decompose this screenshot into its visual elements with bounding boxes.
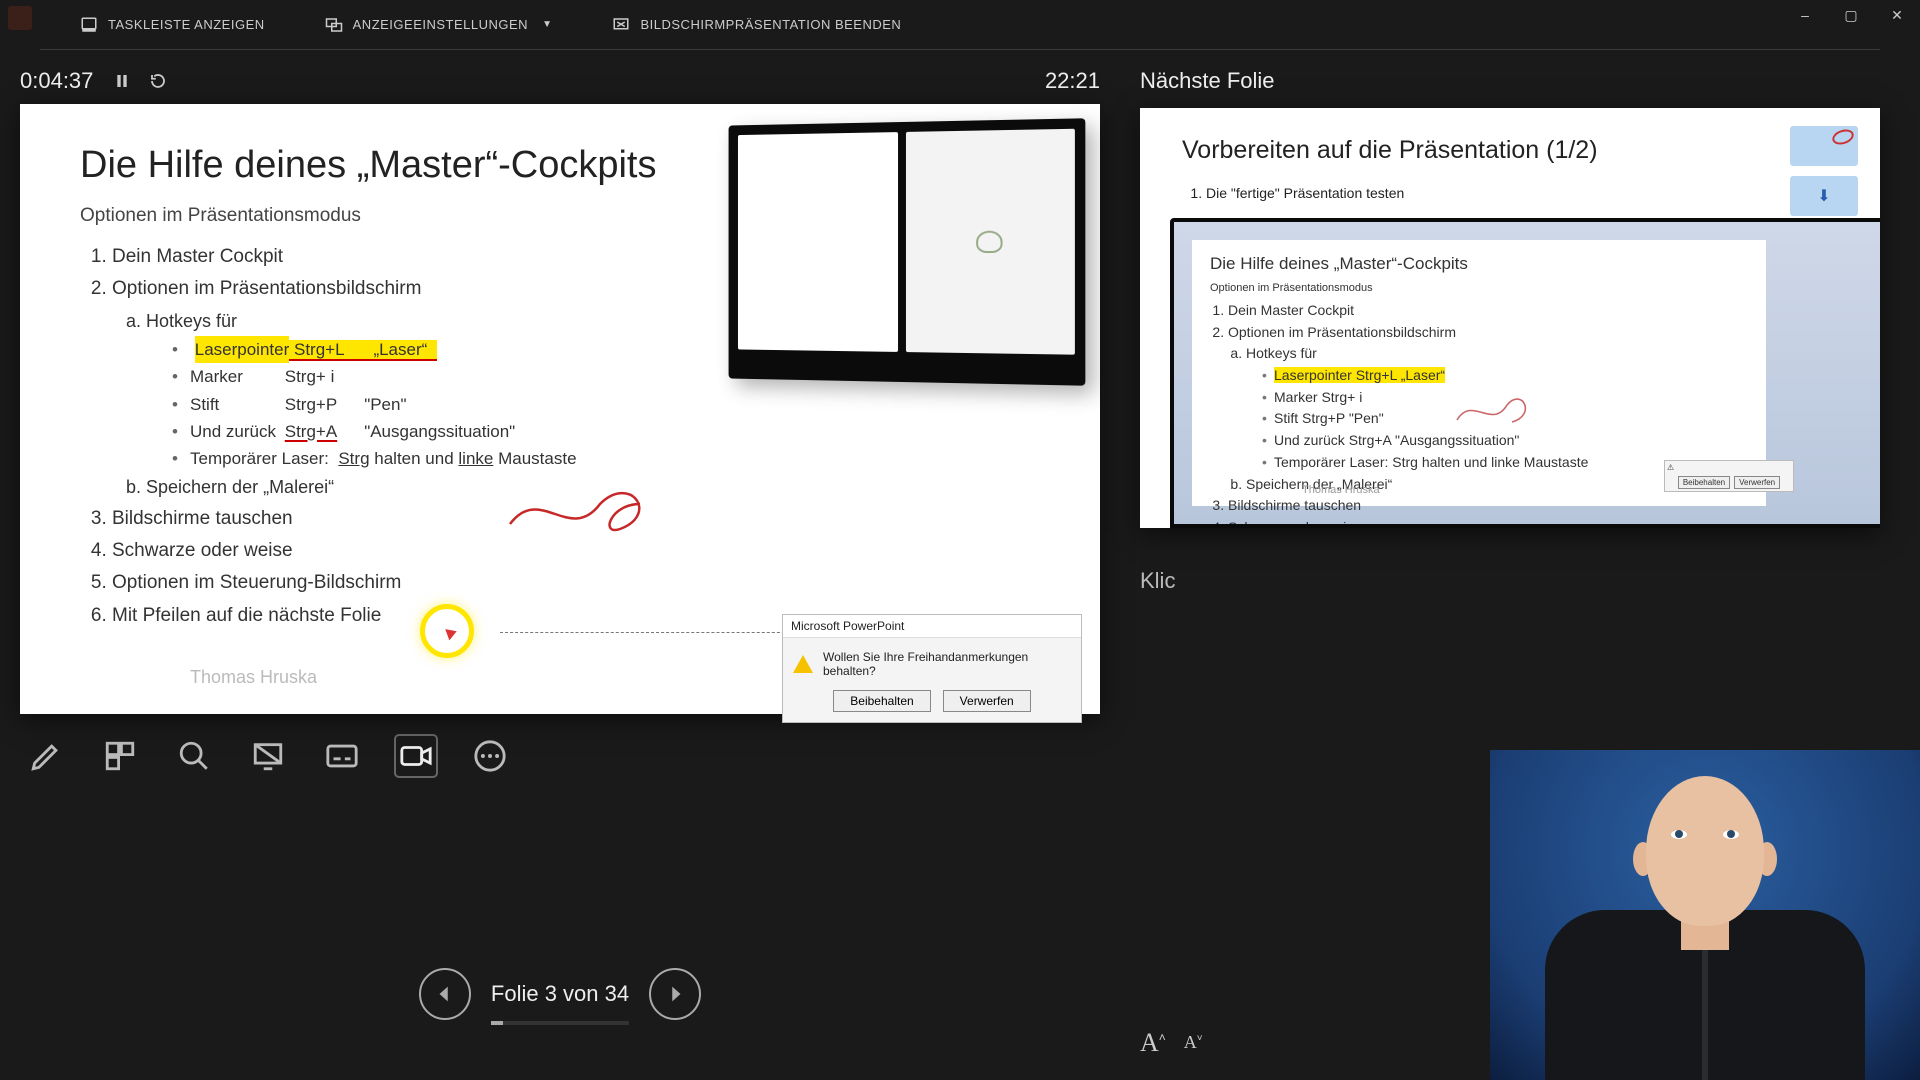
laser-pointer-spotlight (420, 604, 474, 658)
ink-scribble (500, 474, 680, 544)
black-screen-button[interactable] (248, 736, 288, 776)
list-item: Und zurück Strg+A "Ausgangssituation" (172, 418, 1040, 445)
increase-font-button[interactable]: A˄ (1140, 1028, 1166, 1058)
ink-scribble (1452, 390, 1542, 430)
connector-line (500, 632, 800, 633)
timer-row: 0:04:37 22:21 (20, 50, 1100, 104)
presenter-toolbar (20, 714, 1100, 798)
next-slide-button[interactable] (649, 968, 701, 1020)
embedded-photo: Die Hilfe deines „Master“-Cockpits Optio… (1170, 218, 1880, 528)
dialog-discard-button[interactable]: Verwerfen (943, 690, 1031, 712)
minimize-button[interactable]: – (1782, 0, 1828, 30)
presenter-webcam[interactable] (1490, 750, 1920, 1080)
end-show-icon (612, 16, 630, 34)
presenter-topbar: TASKLEISTE ANZEIGEN ANZEIGEEINSTELLUNGEN… (40, 0, 1880, 50)
reset-timer-button[interactable] (147, 70, 169, 92)
list-item: Optionen im Steuerung-Bildschirm (112, 567, 1040, 599)
list-item: Temporärer Laser: Strg halten und linke … (172, 445, 1040, 472)
camera-button[interactable] (396, 736, 436, 776)
subtitles-button[interactable] (322, 736, 362, 776)
warning-icon (793, 655, 813, 673)
notes-font-controls: A˄ A˅ (1140, 1028, 1203, 1058)
show-taskbar-label: TASKLEISTE ANZEIGEN (108, 17, 265, 32)
save-ink-dialog: Microsoft PowerPoint Wollen Sie Ihre Fre… (782, 614, 1082, 723)
elapsed-time: 0:04:37 (20, 68, 93, 94)
dialog-message: Wollen Sie Ihre Freihandanmerkungen beha… (823, 650, 1071, 678)
display-settings-icon (325, 16, 343, 34)
chevron-down-icon: ▼ (542, 19, 552, 30)
dialog-keep-button[interactable]: Beibehalten (833, 690, 930, 712)
zoom-button[interactable] (174, 736, 214, 776)
current-slide[interactable]: Die Hilfe deines „Master“-Cockpits Optio… (20, 104, 1100, 714)
slide-navigation: Folie 3 von 34 (20, 968, 1100, 1020)
pause-timer-button[interactable] (111, 70, 133, 92)
decrease-font-button[interactable]: A˅ (1184, 1032, 1203, 1062)
next-slide-preview[interactable]: Vorbereiten auf die Präsentation (1/2) D… (1140, 108, 1880, 528)
pen-tool-button[interactable] (26, 736, 66, 776)
brain-icon (976, 231, 1002, 253)
list-item: Stift Strg+P "Pen" (172, 391, 1040, 418)
slide-counter: Folie 3 von 34 (491, 981, 629, 1007)
notes-placeholder[interactable]: Klic (1140, 568, 1880, 594)
app-logo (8, 6, 32, 30)
display-settings-label: ANZEIGEEINSTELLUNGEN (353, 17, 528, 32)
slide-author: Thomas Hruska (190, 667, 317, 688)
end-show-label: BILDSCHIRMPRÄSENTATION BEENDEN (640, 17, 901, 32)
next-slide-title: Vorbereiten auf die Präsentation (1/2) (1182, 136, 1838, 165)
monitor-illustration (729, 118, 1086, 385)
end-show-button[interactable]: BILDSCHIRMPRÄSENTATION BEENDEN (612, 16, 901, 34)
see-all-slides-button[interactable] (100, 736, 140, 776)
maximize-button[interactable]: ▢ (1828, 0, 1874, 30)
close-button[interactable]: ✕ (1874, 0, 1920, 30)
display-settings-button[interactable]: ANZEIGEEINSTELLUNGEN ▼ (325, 16, 553, 34)
next-slide-heading: Nächste Folie (1140, 50, 1880, 108)
list-item: Die "fertige" Präsentation testen (1206, 185, 1838, 201)
slide-progress (491, 1021, 629, 1025)
arrow-down-icon: ⬇ (1817, 186, 1830, 206)
more-options-button[interactable] (470, 736, 510, 776)
wall-clock: 22:21 (1045, 68, 1100, 94)
show-taskbar-button[interactable]: TASKLEISTE ANZEIGEN (80, 16, 265, 34)
dialog-title: Microsoft PowerPoint (783, 615, 1081, 638)
taskbar-icon (80, 16, 98, 34)
prev-slide-button[interactable] (419, 968, 471, 1020)
